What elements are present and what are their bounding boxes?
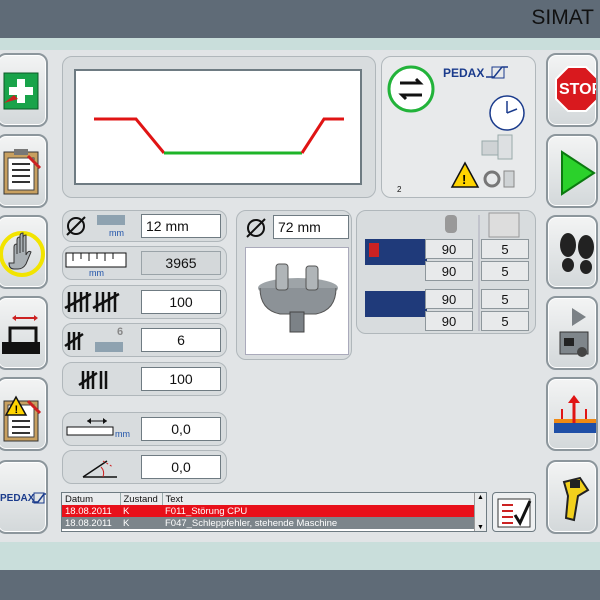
angle-input[interactable]: 0,0 (141, 455, 221, 479)
offset-input[interactable]: 0,0 (141, 417, 221, 441)
offset-row: mm 0,0 (62, 412, 227, 446)
angle-icon (82, 460, 117, 478)
svg-text:PEDAX: PEDAX (0, 493, 35, 504)
quantity-total-row: 100 (62, 285, 227, 319)
quantity-done-input[interactable]: 100 (141, 367, 221, 391)
play-button[interactable] (546, 134, 598, 208)
tally-total-icon (64, 292, 120, 312)
length-unit: mm (89, 268, 104, 278)
alarm-log-table: Datum Zustand Text 18.08.2011 K F011_Stö… (62, 493, 486, 529)
pedax-logo-text: PEDAX (443, 66, 485, 80)
status-panel: ! PEDAX 2 (381, 56, 536, 198)
roller-cell[interactable]: 5 (481, 239, 529, 259)
pedax-logo-icon: PEDAX (0, 492, 46, 504)
profile-red-left (94, 117, 166, 154)
scroll-down-icon[interactable]: ▼ (475, 523, 486, 531)
log-scrollbar[interactable]: ▲ ▼ (474, 493, 486, 531)
bottom-bar (0, 570, 600, 600)
roller-cell[interactable]: 90 (425, 261, 473, 281)
alarm-state: K (120, 505, 162, 517)
bend-profile-display (74, 69, 362, 185)
batch-label: 6 (117, 326, 124, 338)
stop-button[interactable]: STOP (546, 53, 598, 127)
scroll-up-icon[interactable]: ▲ (475, 493, 486, 503)
manual-hand-button[interactable] (0, 215, 48, 289)
checklist-ack-icon (497, 498, 532, 528)
first-aid-icon (3, 72, 39, 110)
alarm-log: Datum Zustand Text 18.08.2011 K F011_Stö… (61, 492, 487, 532)
status-number: 2 (397, 185, 402, 194)
play-icon (561, 150, 596, 196)
roller-unit-bottom-icon (365, 291, 427, 317)
diameter-input[interactable]: 12 mm (141, 214, 221, 238)
alarm-log-header: Datum Zustand Text (62, 493, 486, 505)
brand-label: SIMAT (531, 6, 594, 29)
roller-motor-icon (488, 212, 520, 238)
alarm-date: 18.08.2011 (62, 517, 120, 529)
alarm-date: 18.08.2011 (62, 505, 120, 517)
bend-profile-graphic (94, 117, 344, 155)
roller-cell[interactable]: 90 (425, 311, 473, 331)
roller-cell[interactable]: 5 (481, 311, 529, 331)
hand-icon (0, 231, 45, 277)
roller-grid-panel: 90 5 90 5 90 5 90 5 (356, 210, 536, 334)
column-header[interactable]: Zustand (120, 493, 163, 505)
clipboard-icon (3, 149, 42, 195)
roller-cell[interactable]: 90 (425, 239, 473, 259)
profile-panel (62, 56, 376, 198)
first-aid-button[interactable] (0, 53, 48, 127)
quantity-batch-input[interactable]: 6 (141, 328, 221, 352)
roller-cell[interactable]: 90 (425, 289, 473, 309)
tool-panel: 72 mm (236, 210, 352, 360)
machine-play-button[interactable] (546, 296, 598, 370)
acknowledge-button[interactable] (492, 492, 536, 532)
bend-setup-button[interactable] (0, 296, 48, 370)
svg-text:!: ! (462, 172, 466, 187)
lift-button[interactable] (546, 377, 598, 451)
tool-diameter-input[interactable]: 72 mm (273, 215, 349, 239)
footsteps-button[interactable] (546, 215, 598, 289)
lift-arrows-icon (554, 395, 596, 433)
barcode-scanner-icon (562, 476, 590, 522)
cycle-icon (387, 65, 435, 113)
pedax-logo-button[interactable]: PEDAX (0, 460, 48, 534)
footprints-icon (560, 233, 594, 274)
length-value: 3965 (141, 251, 221, 275)
column-header[interactable]: Text (162, 493, 486, 505)
roller-cell[interactable]: 5 (481, 261, 529, 281)
bending-tool-icon (258, 263, 338, 333)
bend-machine-icon (2, 315, 40, 354)
machine-play-icon (559, 308, 589, 357)
offset-unit: mm (115, 429, 130, 439)
top-bar: SIMAT (0, 0, 600, 38)
alarm-text: F011_Störung CPU (162, 505, 486, 517)
alarm-text: F047_Schleppfehler, stehende Maschine (162, 517, 486, 529)
roller-cell[interactable]: 5 (481, 289, 529, 309)
column-header[interactable]: Datum (62, 493, 121, 505)
roller-icon (445, 215, 457, 233)
clipboard-button[interactable] (0, 134, 48, 208)
warning-checklist-icon: ! (3, 395, 42, 442)
alarm-state: K (120, 517, 162, 529)
alarm-row[interactable]: 18.08.2011 K F047_Schleppfehler, stehend… (62, 517, 486, 529)
scanner-button[interactable] (546, 460, 598, 534)
tally-done-icon (78, 371, 108, 389)
diameter-row: mm 12 mm (62, 210, 227, 242)
angle-row: 0,0 (62, 450, 227, 484)
diameter-unit: mm (109, 228, 124, 238)
warning-checklist-button[interactable]: ! (0, 377, 48, 451)
quantity-done-row: 100 (62, 362, 227, 396)
tool-image (245, 247, 349, 355)
alarm-row[interactable]: 18.08.2011 K F011_Störung CPU (62, 505, 486, 517)
quantity-total-input[interactable]: 100 (141, 290, 221, 314)
gear-icon (483, 170, 501, 188)
quantity-batch-row: 6 6 (62, 323, 227, 357)
stop-label: STOP (559, 81, 598, 98)
profile-red-right (300, 117, 344, 154)
length-row: mm 3965 (62, 246, 227, 280)
svg-text:!: ! (15, 404, 19, 416)
